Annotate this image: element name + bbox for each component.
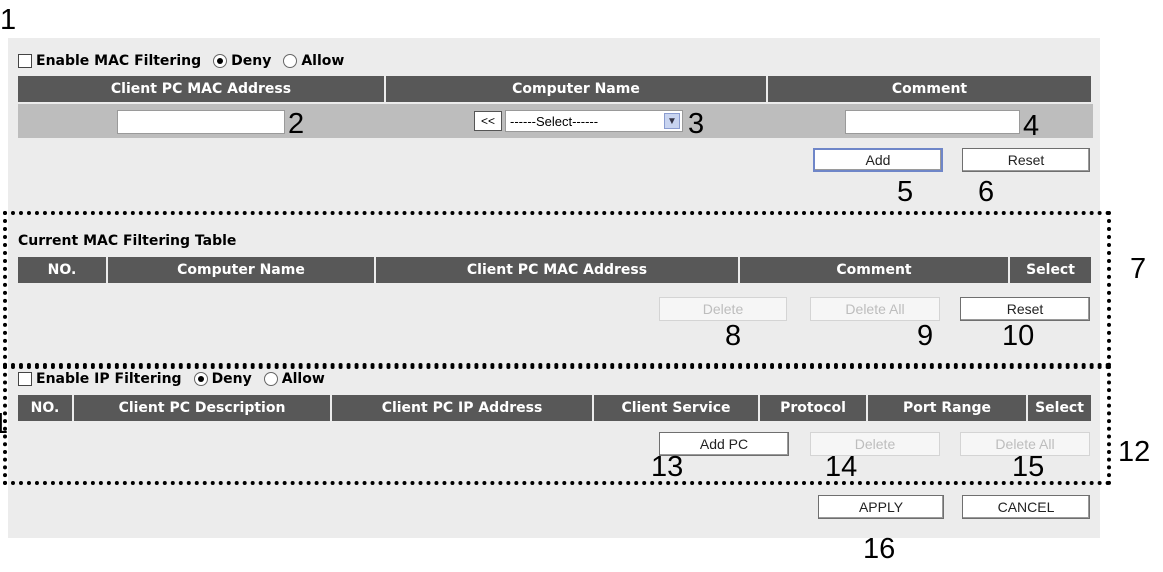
col-header-computer-name: Computer Name <box>386 76 768 102</box>
ip-table-header-protocol: Protocol <box>760 395 868 421</box>
callout-16: 16 <box>863 533 896 565</box>
mac-table-title: Current MAC Filtering Table <box>18 233 237 249</box>
col-header-mac: Client PC MAC Address <box>18 76 386 102</box>
mac-filter-enable-checkbox[interactable] <box>18 54 32 68</box>
mac-delete-button[interactable]: Delete <box>659 297 787 321</box>
callout-7: 7 <box>1130 253 1147 285</box>
apply-button[interactable]: APPLY <box>818 495 944 519</box>
computer-name-select[interactable]: ------Select------ ▼ <box>505 110 683 132</box>
ip-table-header-service: Client Service <box>594 395 760 421</box>
callout-8: 8 <box>725 320 742 352</box>
ip-allow-label: Allow <box>281 371 325 387</box>
cancel-button[interactable]: CANCEL <box>962 495 1090 519</box>
mac-table-header-computer-name: Computer Name <box>108 257 376 283</box>
callout-1: 1 <box>0 4 17 36</box>
computer-name-select-value: ------Select------ <box>510 113 599 129</box>
callout-6: 6 <box>978 176 995 208</box>
ip-table-header-select: Select <box>1028 395 1093 421</box>
ip-table-header-ip: Client PC IP Address <box>332 395 594 421</box>
ip-deny-label: Deny <box>211 371 252 387</box>
chevron-down-icon[interactable]: ▼ <box>664 113 680 129</box>
ip-filter-enable-label: Enable IP Filtering <box>36 371 182 387</box>
mac-table-reset-button[interactable]: Reset <box>960 297 1090 321</box>
add-button[interactable]: Add <box>813 148 943 172</box>
callout-10: 10 <box>1002 320 1035 352</box>
mac-table-header-comment: Comment <box>740 257 1010 283</box>
callout-9: 9 <box>917 320 934 352</box>
mac-address-input[interactable] <box>117 110 285 134</box>
mac-filter-enable-label: Enable MAC Filtering <box>36 53 202 69</box>
mac-filter-enable-row: Enable MAC Filtering Deny Allow <box>18 52 344 70</box>
mac-deny-label: Deny <box>231 53 272 69</box>
callout-4: 4 <box>1023 110 1040 142</box>
ip-allow-radio[interactable] <box>263 372 278 386</box>
mac-deny-radio[interactable] <box>213 54 228 68</box>
ip-table-header-port-range: Port Range <box>868 395 1028 421</box>
callout-2: 2 <box>288 108 305 140</box>
mac-allow-label: Allow <box>301 53 345 69</box>
callout-11: 1 <box>0 408 9 440</box>
mac-table-header-select: Select <box>1010 257 1093 283</box>
callout-5: 5 <box>897 176 914 208</box>
ip-deny-radio[interactable] <box>193 372 208 386</box>
mac-table-header-no: NO. <box>18 257 108 283</box>
callout-14: 14 <box>825 451 858 483</box>
ip-table-header-no: NO. <box>18 395 74 421</box>
callout-12: 12 <box>1118 436 1151 468</box>
mac-allow-radio[interactable] <box>283 54 298 68</box>
mac-table-header-mac: Client PC MAC Address <box>376 257 740 283</box>
col-header-comment: Comment <box>768 76 1093 102</box>
callout-13: 13 <box>651 451 684 483</box>
mac-delete-all-button[interactable]: Delete All <box>810 297 940 321</box>
reset-button[interactable]: Reset <box>962 148 1090 172</box>
callout-3: 3 <box>688 108 705 140</box>
callout-15: 15 <box>1012 451 1045 483</box>
ip-filter-enable-row: Enable IP Filtering Deny Allow <box>18 370 325 388</box>
ip-table-header-description: Client PC Description <box>74 395 332 421</box>
ip-filter-enable-checkbox[interactable] <box>18 372 32 386</box>
comment-input[interactable] <box>845 110 1020 134</box>
copy-name-button[interactable]: << <box>474 111 502 131</box>
